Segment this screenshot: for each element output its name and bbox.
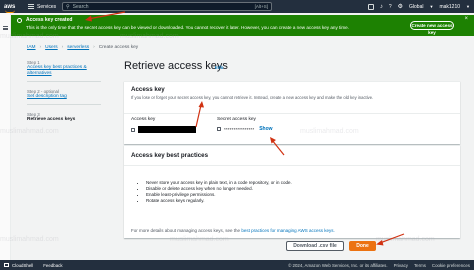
cloudshell-icon[interactable] xyxy=(367,3,374,10)
close-icon[interactable]: × xyxy=(464,16,468,22)
banner-message: This is the only time that the secret ac… xyxy=(26,25,350,30)
copy-icon[interactable] xyxy=(217,127,221,131)
secret-key-column: Secret access key **************** Show xyxy=(217,117,303,133)
watermark: muslimahmad.com xyxy=(376,236,435,243)
step-2-link[interactable]: Set description tag xyxy=(27,94,107,100)
footer-prefix: For more details about managing access k… xyxy=(131,228,241,233)
access-key-panel: Access key If you lose or forget your se… xyxy=(124,81,460,144)
chevron-down-icon: ▼ xyxy=(466,4,470,9)
aws-logo[interactable]: aws xyxy=(4,3,22,13)
done-button[interactable]: Done xyxy=(349,241,376,251)
feedback-link[interactable]: Feedback xyxy=(43,263,62,268)
terms-link[interactable]: Terms xyxy=(414,263,426,268)
watermark: muslimahmad.com xyxy=(120,33,179,40)
access-key-column: Access key xyxy=(131,117,217,133)
step-3-current: Retrieve access keys xyxy=(27,117,76,122)
search-placeholder: Search xyxy=(72,3,89,10)
console-footer: CloudShell Feedback © 2024, Amazon Web S… xyxy=(0,260,474,270)
best-practices-title: Access key best practices xyxy=(131,152,209,159)
cloudshell-link[interactable]: CloudShell xyxy=(12,263,33,268)
step-1: Step 1 Access key best practices & alter… xyxy=(27,60,107,82)
services-menu[interactable]: Services xyxy=(37,4,56,10)
search-input[interactable]: ⚲ Search [Alt+S] xyxy=(62,2,272,11)
success-check-icon xyxy=(17,18,22,23)
watermark: muslimahmad.com xyxy=(0,33,59,40)
step-1-link[interactable]: Access key best practices & alternatives xyxy=(27,65,89,77)
copy-icon[interactable] xyxy=(131,127,135,132)
breadcrumb-users[interactable]: Users xyxy=(45,45,58,50)
create-new-access-key-button[interactable]: Create new access key xyxy=(410,21,454,35)
privacy-link[interactable]: Privacy xyxy=(394,263,408,268)
region-selector[interactable]: Global xyxy=(409,4,423,10)
list-item: Rotate access keys regularly. xyxy=(146,198,460,204)
breadcrumb: IAM › Users › serverless › Create access… xyxy=(27,45,138,50)
search-shortcut: [Alt+S] xyxy=(254,4,268,9)
access-key-label: Access key xyxy=(131,117,156,122)
success-banner: Access key created This is the only time… xyxy=(11,15,474,36)
banner-title: Access key created xyxy=(26,17,73,23)
secret-key-label: Secret access key xyxy=(217,117,256,122)
access-key-value-redacted xyxy=(138,126,196,133)
secret-key-masked: **************** xyxy=(224,126,255,132)
gear-icon[interactable]: ⚙ xyxy=(398,3,403,10)
watermark: muslimahmad.com xyxy=(170,236,229,243)
download-csv-button[interactable]: Download .csv file xyxy=(286,241,344,251)
top-navigation: aws Services ⚲ Search [Alt+S] ♪ ? ⚙ Glob… xyxy=(0,0,474,13)
side-nav-strip xyxy=(0,13,11,260)
info-link[interactable]: Info xyxy=(215,65,223,70)
chevron-right-icon: › xyxy=(39,45,42,50)
cookie-preferences-link[interactable]: Cookie preferences xyxy=(432,263,470,268)
best-practices-link[interactable]: best practices for managing AWS access k… xyxy=(241,228,334,233)
watermark: muslimahmad.com xyxy=(0,128,59,135)
best-practices-panel: Access key best practices Never store yo… xyxy=(124,145,460,238)
help-icon[interactable]: ? xyxy=(389,4,392,10)
account-menu[interactable]: mak1210 xyxy=(439,4,460,10)
cloudshell-icon xyxy=(4,263,9,267)
chevron-right-icon: › xyxy=(93,45,95,50)
watermark: muslimahmad.com xyxy=(300,128,359,135)
aws-logo-text: aws xyxy=(4,3,16,10)
breadcrumb-iam[interactable]: IAM xyxy=(27,45,36,50)
chevron-down-icon: ▼ xyxy=(429,4,434,9)
watermark: muslimahmad.com xyxy=(0,236,59,243)
services-grid-icon[interactable] xyxy=(28,3,34,10)
show-secret-link[interactable]: Show xyxy=(259,126,272,132)
best-practices-footer: For more details about managing access k… xyxy=(131,228,335,233)
wizard-steps: Step 1 Access key best practices & alter… xyxy=(27,60,107,130)
step-2: Step 2 - optional Set description tag xyxy=(27,89,107,105)
copyright-text: © 2024, Amazon Web Services, Inc. or its… xyxy=(288,262,388,268)
bell-icon[interactable]: ♪ xyxy=(380,4,383,10)
chevron-right-icon: › xyxy=(61,45,64,50)
best-practices-list: Never store your access key in plain tex… xyxy=(124,166,460,204)
menu-icon[interactable] xyxy=(3,26,8,30)
breadcrumb-current: Create access key xyxy=(98,45,139,50)
page-title: Retrieve access keys xyxy=(124,60,228,72)
step-3: Step 3 Retrieve access keys xyxy=(27,112,107,123)
access-key-panel-description: If you lose or forget your secret access… xyxy=(131,95,374,100)
access-key-panel-title: Access key xyxy=(131,86,165,93)
search-icon: ⚲ xyxy=(66,3,70,10)
breadcrumb-serverless[interactable]: serverless xyxy=(67,45,89,50)
